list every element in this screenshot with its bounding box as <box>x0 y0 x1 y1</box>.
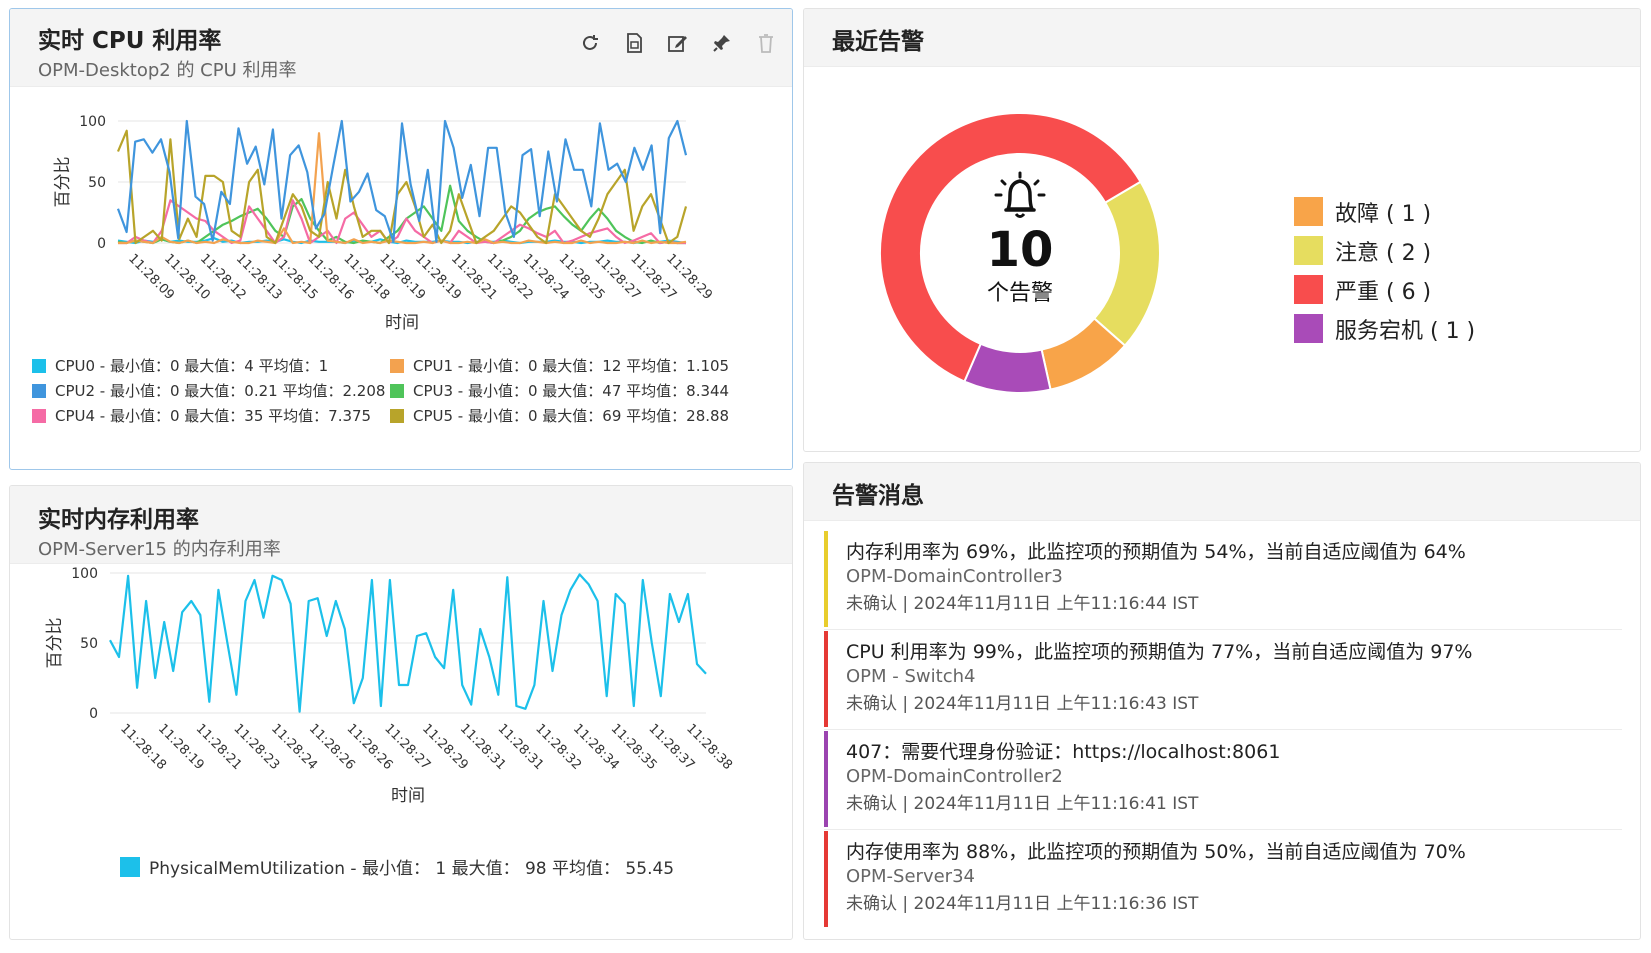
legend-swatch <box>1294 236 1323 265</box>
refresh-icon[interactable] <box>578 31 602 55</box>
y-tick-label: 100 <box>79 114 106 130</box>
pin-icon[interactable] <box>710 31 734 55</box>
messages-panel-header: 告警消息 <box>804 463 1640 521</box>
cpu-panel-subtitle: OPM-Desktop2 的 CPU 利用率 <box>38 60 297 81</box>
panel-toolbar <box>578 31 778 55</box>
alarm-status: 未确认 | 2024年11月11日 上午11:16:36 IST <box>846 894 1199 914</box>
alarm-message-text: 407：需要代理身份验证：https://localhost:8061 <box>846 741 1281 763</box>
alarm-message-item[interactable]: CPU 利用率为 99%，此监控项的预期值为 77%，当前自适应阈值为 97% O… <box>824 631 1622 727</box>
cpu-panel-title: 实时 CPU 利用率 <box>38 28 222 54</box>
y-axis-label: 百分比 <box>53 157 73 208</box>
x-axis-label: 时间 <box>391 786 425 806</box>
divider <box>824 829 1622 830</box>
legend-label: 故障 ( 1 ) <box>1335 201 1432 227</box>
legend-swatch <box>390 383 404 398</box>
legend-item-cpu0[interactable]: CPU0 - 最小值：0 最大值：4 平均值：1 <box>32 355 328 376</box>
divider <box>824 629 1622 630</box>
alarm-source: OPM - Switch4 <box>846 666 976 687</box>
y-axis-label: 百分比 <box>45 618 65 669</box>
memory-utilization-panel: 实时内存利用率 OPM-Server15 的内存利用率 0 50 100 百分比 11:… <box>9 485 793 940</box>
edit-icon[interactable] <box>666 31 690 55</box>
legend-label: 严重 ( 6 ) <box>1335 279 1432 305</box>
alarm-message-text: CPU 利用率为 99%，此监控项的预期值为 77%，当前自适应阈值为 97% <box>846 641 1473 663</box>
alarm-count-label: 个告警 <box>986 281 1053 306</box>
alarm-legend: 故障 ( 1 ) 注意 ( 2 ) 严重 ( 6 ) 服务宕机 ( 1 ) <box>1294 192 1475 348</box>
alarm-status: 未确认 | 2024年11月11日 上午11:16:43 IST <box>846 694 1199 714</box>
legend-label: CPU3 - 最小值：0 最大值：47 平均值：8.344 <box>413 382 730 400</box>
legend-label: 服务宕机 ( 1 ) <box>1335 318 1476 344</box>
legend-label: CPU4 - 最小值：0 最大值：35 平均值：7.375 <box>55 407 372 425</box>
y-tick-label: 50 <box>80 636 98 652</box>
cpu-legend: CPU0 - 最小值：0 最大值：4 平均值：1 CPU1 - 最小值：0 最大值… <box>32 355 782 435</box>
divider <box>824 729 1622 730</box>
legend-swatch <box>1294 275 1323 304</box>
recent-alarms-panel: 最近告警 10 个告警 故障 ( 1 ) 注意 ( 2 ) 严重 ( 6 ) 服务宕机… <box>803 8 1641 452</box>
legend-label: CPU0 - 最小值：0 最大值：4 平均值：1 <box>55 357 329 375</box>
legend-label: CPU5 - 最小值：0 最大值：69 平均值：28.88 <box>413 407 730 425</box>
series-line-cpu4[interactable] <box>118 199 686 245</box>
alarms-panel-title: 最近告警 <box>832 29 924 55</box>
alarm-message-text: 内存使用率为 88%，此监控项的预期值为 50%，当前自适应阈值为 70% <box>846 841 1466 863</box>
legend-swatch <box>32 358 46 373</box>
alarm-message-item[interactable]: 内存使用率为 88%，此监控项的预期值为 50%，当前自适应阈值为 70% OPM… <box>824 831 1622 927</box>
alarm-legend-item[interactable]: 故障 ( 1 ) <box>1294 192 1475 231</box>
alarm-legend-item[interactable]: 服务宕机 ( 1 ) <box>1294 309 1475 348</box>
cpu-line-chart: 050100百分比11:28:0911:28:1011:28:1211:28:1… <box>53 114 715 333</box>
delete-icon[interactable] <box>754 31 778 55</box>
legend-item-memory[interactable]: PhysicalMemUtilization - 最小值： 1 最大值： 98 … <box>120 854 674 879</box>
alarm-legend-item[interactable]: 注意 ( 2 ) <box>1294 231 1475 270</box>
donut-center: 10 个告警 <box>950 169 1090 307</box>
legend-item-cpu5[interactable]: CPU5 - 最小值：0 最大值：69 平均值：28.88 <box>390 405 729 426</box>
legend-label: PhysicalMemUtilization - 最小值： 1 最大值： 98 … <box>149 859 675 879</box>
legend-label: CPU1 - 最小值：0 最大值：12 平均值：1.105 <box>413 357 730 375</box>
legend-label: CPU2 - 最小值：0 最大值：0.21 平均值：2.208 <box>55 382 386 400</box>
bell-icon <box>994 171 1046 218</box>
legend-swatch <box>32 408 46 423</box>
legend-swatch <box>1294 197 1323 226</box>
cpu-utilization-panel: 实时 CPU 利用率 OPM-Desktop2 的 CPU 利用率 0 50 100… <box>9 8 793 470</box>
alarm-source: OPM-DomainController3 <box>846 566 1063 587</box>
alarm-status: 未确认 | 2024年11月11日 上午11:16:41 IST <box>846 794 1199 814</box>
y-tick-label: 0 <box>97 236 106 252</box>
legend-label: 注意 ( 2 ) <box>1335 240 1432 266</box>
legend-item-cpu1[interactable]: CPU1 - 最小值：0 最大值：12 平均值：1.105 <box>390 355 729 376</box>
alarms-panel-header: 最近告警 <box>804 9 1640 67</box>
alarm-legend-item[interactable]: 严重 ( 6 ) <box>1294 270 1475 309</box>
alarm-source: OPM-Server34 <box>846 866 975 887</box>
legend-item-cpu4[interactable]: CPU4 - 最小值：0 最大值：35 平均值：7.375 <box>32 405 371 426</box>
y-tick-label: 100 <box>71 566 98 582</box>
memory-panel-header: 实时内存利用率 OPM-Server15 的内存利用率 <box>10 486 792 564</box>
cpu-panel-header: 实时 CPU 利用率 OPM-Desktop2 的 CPU 利用率 <box>10 9 792 87</box>
alarm-count: 10 <box>986 222 1054 278</box>
alarm-message-item[interactable]: 内存利用率为 69%，此监控项的预期值为 54%，当前自适应阈值为 64% OPM… <box>824 531 1622 627</box>
legend-swatch <box>390 358 404 373</box>
legend-item-cpu2[interactable]: CPU2 - 最小值：0 最大值：0.21 平均值：2.208 <box>32 380 385 401</box>
y-tick-label: 50 <box>88 175 106 191</box>
donut-slice[interactable] <box>1092 180 1161 347</box>
legend-swatch <box>1294 314 1323 343</box>
legend-item-cpu3[interactable]: CPU3 - 最小值：0 最大值：47 平均值：8.344 <box>390 380 729 401</box>
export-icon[interactable] <box>622 31 646 55</box>
alarm-status: 未确认 | 2024年11月11日 上午11:16:44 IST <box>846 594 1199 614</box>
alarm-messages-panel: 告警消息 内存利用率为 69%，此监控项的预期值为 54%，当前自适应阈值为 6… <box>803 462 1641 940</box>
legend-swatch <box>120 856 140 877</box>
alarm-message-text: 内存利用率为 69%，此监控项的预期值为 54%，当前自适应阈值为 64% <box>846 541 1466 563</box>
alarm-source: OPM-DomainController2 <box>846 766 1063 787</box>
memory-legend: PhysicalMemUtilization - 最小值： 1 最大值： 98 … <box>120 854 760 884</box>
messages-panel-title: 告警消息 <box>832 483 924 509</box>
y-tick-label: 0 <box>89 706 98 722</box>
x-axis-label: 时间 <box>385 313 419 333</box>
legend-swatch <box>32 383 46 398</box>
memory-line-chart: 050100百分比11:28:1811:28:1911:28:2111:28:2… <box>45 566 735 806</box>
legend-swatch <box>390 408 404 423</box>
alarm-message-item[interactable]: 407：需要代理身份验证：https://localhost:8061 OPM-D… <box>824 731 1622 827</box>
memory-panel-title: 实时内存利用率 <box>38 507 199 533</box>
